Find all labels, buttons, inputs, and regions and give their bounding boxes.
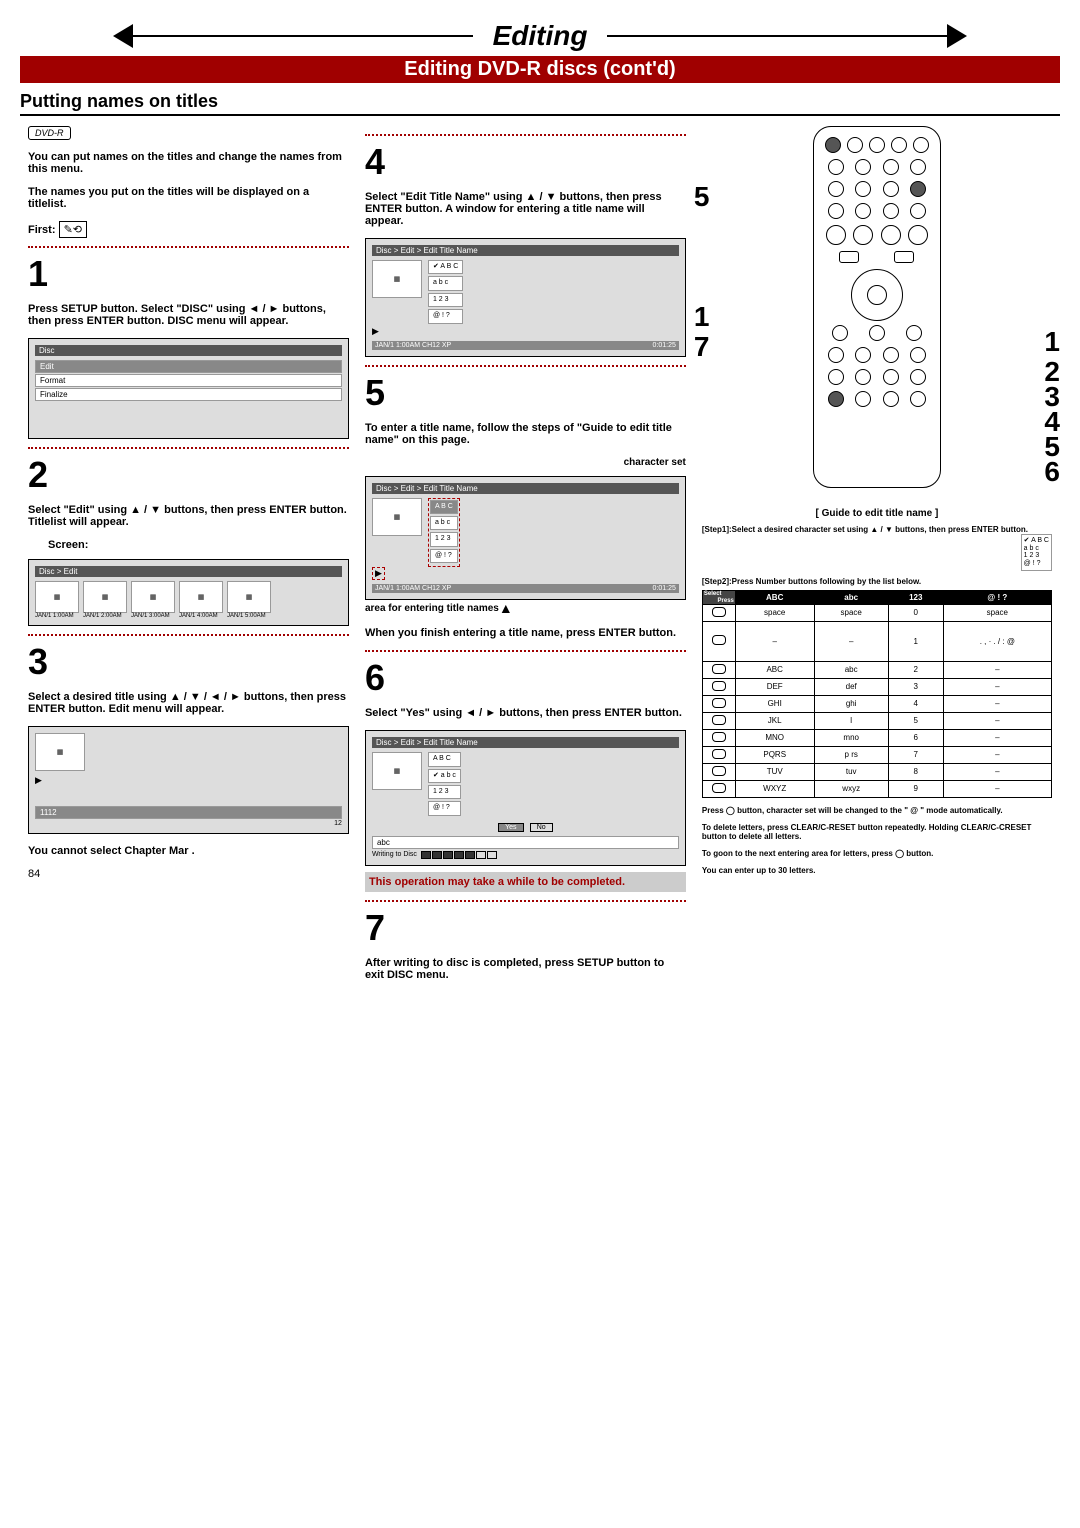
dvd-r-badge: DVD-R [28,126,71,140]
callout-1: 1 [694,301,710,333]
guide-step1: [Step1]:Select a desired character set u… [702,525,1028,534]
step-4-number: 4 [365,144,686,180]
guide-title: [ Guide to edit title name ] [702,508,1052,519]
step-2-text: Select "Edit" using ▲ / ▼ buttons, then … [28,504,349,528]
step-2-number: 2 [28,457,349,493]
page-title: Editing [473,20,608,52]
step-5-text: To enter a title name, follow the steps … [365,422,686,446]
step-6-text: Select "Yes" using ◄ / ► buttons, then p… [365,707,686,719]
guide-note2: To delete letters, press CLEAR/C-RESET b… [702,823,1052,841]
callout-5: 5 [694,181,710,213]
callout-7: 7 [694,331,710,363]
screen-label: Screen: [48,539,349,551]
page-number: 84 [28,868,349,880]
step-7-number: 7 [365,910,686,946]
step-5-number: 5 [365,375,686,411]
screen-titlelist: Disc > Edit ▦JAN/1 1:00AM ▦JAN/1 2:00AM … [28,559,349,626]
guide-note1: Press ◯ button, character set will be ch… [702,806,1052,815]
intro-line2: The names you put on the titles will be … [28,186,349,210]
intro-line1: You can put names on the titles and chan… [28,151,349,175]
step-6-number: 6 [365,660,686,696]
step-1-number: 1 [28,256,349,292]
step-3-note: You cannot select Chapter Mar . [28,845,349,857]
character-table: SelectPress ABCabc123@ ! ? spacespace0sp… [702,590,1052,798]
step-3-text: Select a desired title using ▲ / ▼ / ◄ /… [28,691,349,715]
guide-step2: [Step2]:Press Number buttons following b… [702,577,1052,586]
guide-note4: You can enter up to 30 letters. [702,866,1052,875]
remote-control-diagram [813,126,941,488]
screen-disc-menu: Disc Edit Format Finalize [28,338,349,439]
pencil-icon: ✎⟲ [59,221,87,238]
arrow-up-icon: ▲ [499,600,513,616]
step-1-text: Press SETUP button. Select "DISC" using … [28,303,349,327]
screen-editname-2: Disc > Edit > Edit Title Name ▦ A B C a … [365,476,686,601]
callout-r1: 1 [1044,326,1060,358]
progress-bar [421,851,497,859]
operation-warning: This operation may take a while to be co… [365,872,686,892]
screen-editmenu: ▦ ▶ 1112 12 [28,726,349,834]
screen-editname-1: Disc > Edit > Edit Title Name ▦ ✔ A B C … [365,238,686,357]
step-4-text: Select "Edit Title Name" using ▲ / ▼ but… [365,191,686,227]
first-label: First: [28,224,56,236]
guide-note3: To goon to the next entering area for le… [702,849,1052,858]
step-3-number: 3 [28,644,349,680]
charset-label: character set [624,457,686,468]
callout-r6: 6 [1044,456,1060,488]
screen-yesno: Disc > Edit > Edit Title Name ▦ A B C ✔ … [365,730,686,866]
page-subtitle: Editing DVD-R discs (cont'd) [20,56,1060,83]
area-label: area for entering title names [365,603,499,614]
section-title: Putting names on titles [20,91,1060,116]
step-7-text: After writing to disc is completed, pres… [365,957,686,981]
step-5b-text: When you finish entering a title name, p… [365,627,686,639]
header-decoration: Editing [20,20,1060,52]
